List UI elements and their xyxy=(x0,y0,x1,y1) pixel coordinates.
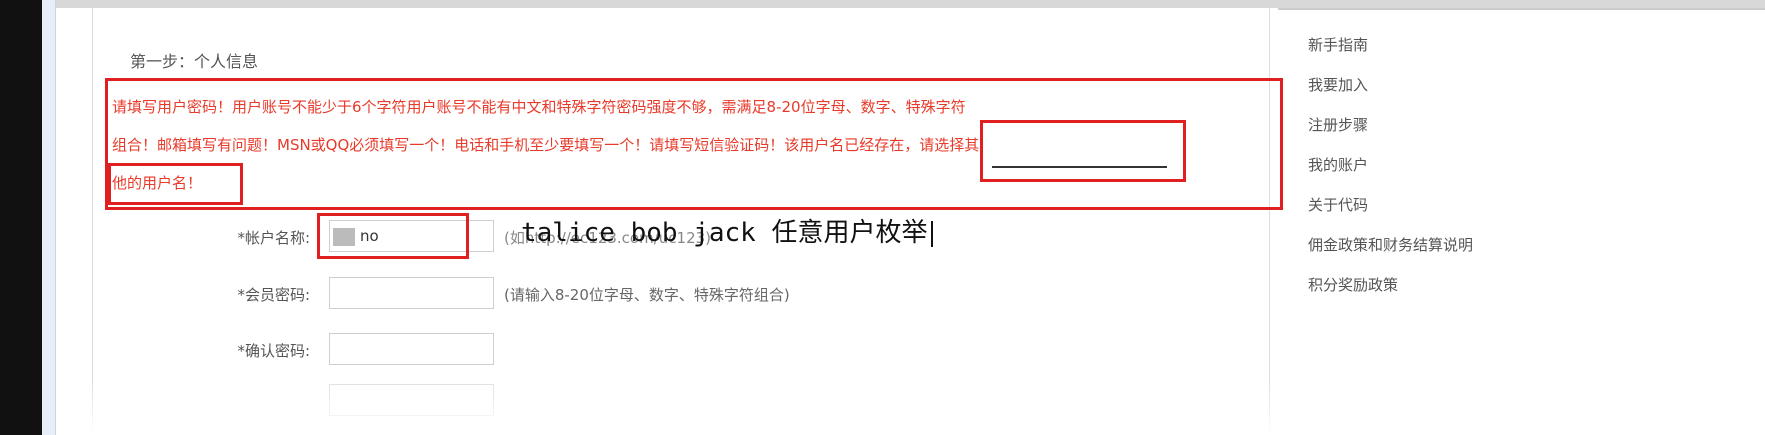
bottom-fade xyxy=(92,380,1270,435)
side-nav-item-commission[interactable]: 佣金政策和财务结算说明 xyxy=(1308,234,1473,255)
annotation-label: talice bob jack 任意用户枚举 xyxy=(521,218,928,248)
confirm-password-label: *确认密码: xyxy=(237,342,310,360)
annotation-text: talice bob jack 任意用户枚举 xyxy=(521,212,934,249)
sidebar-separator xyxy=(1278,8,1765,10)
side-nav-item-my-account[interactable]: 我的账户 xyxy=(1308,154,1368,175)
side-nav-item-join[interactable]: 我要加入 xyxy=(1308,74,1368,95)
side-nav-item-points[interactable]: 积分奖励政策 xyxy=(1308,274,1398,295)
other-username-highlight-box xyxy=(108,163,243,205)
username-exists-highlight-box xyxy=(980,120,1186,182)
step-title: 第一步：个人信息 xyxy=(130,52,259,71)
password-input[interactable] xyxy=(329,277,494,309)
text-cursor xyxy=(931,220,934,247)
confirm-password-input[interactable] xyxy=(329,333,494,365)
window-left-edge xyxy=(0,0,42,435)
top-bar xyxy=(56,0,1765,8)
account-name-label: *帐户名称: xyxy=(237,229,310,247)
side-nav-item-guide[interactable]: 新手指南 xyxy=(1308,34,1368,55)
account-name-highlight-box xyxy=(317,213,469,259)
side-nav-item-about-code[interactable]: 关于代码 xyxy=(1308,194,1368,215)
password-hint: (请输入8-20位字母、数字、特殊字符组合) xyxy=(504,286,790,304)
username-exists-underline xyxy=(992,166,1167,168)
side-nav-item-register-steps[interactable]: 注册步骤 xyxy=(1308,114,1368,135)
window-left-accent xyxy=(42,0,56,435)
password-label: *会员密码: xyxy=(237,286,310,304)
